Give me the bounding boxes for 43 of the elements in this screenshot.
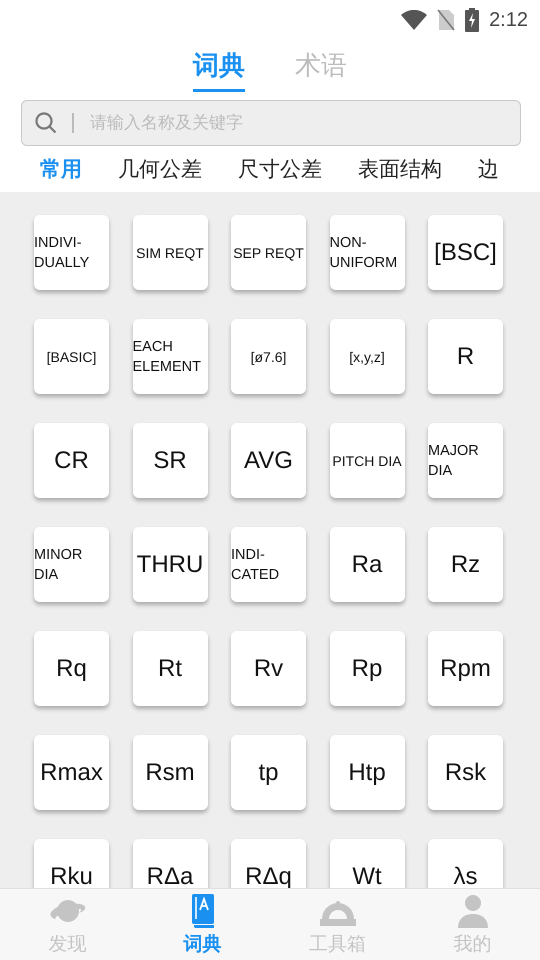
term-key[interactable]: [BSC] xyxy=(428,215,503,290)
term-key[interactable]: Rv xyxy=(231,631,306,706)
term-key[interactable]: INDI-CATED xyxy=(231,527,306,602)
term-key[interactable]: Rsk xyxy=(428,735,503,810)
term-key[interactable]: R xyxy=(428,319,503,394)
wifi-icon xyxy=(401,10,428,30)
term-key[interactable]: Rpm xyxy=(428,631,503,706)
term-key[interactable]: [ø7.6] xyxy=(231,319,306,394)
term-key[interactable]: Rq xyxy=(34,631,109,706)
term-key[interactable]: Rsm xyxy=(132,735,208,810)
term-key[interactable]: MAJOR DIA xyxy=(428,423,503,498)
term-key[interactable]: [BASIC] xyxy=(34,319,109,394)
term-key[interactable]: THRU xyxy=(132,527,208,602)
term-key[interactable]: tp xyxy=(231,735,306,810)
term-key[interactable]: Ra xyxy=(330,527,404,602)
term-key[interactable]: PITCH DIA xyxy=(330,423,404,498)
term-key[interactable]: SIM REQT xyxy=(132,215,208,290)
term-key[interactable]: Rku xyxy=(34,839,109,888)
term-key[interactable]: [x,y,z] xyxy=(330,319,404,394)
term-key[interactable]: Rmax xyxy=(34,735,109,810)
no-sim-icon xyxy=(437,9,456,31)
category-tab[interactable]: 尺寸公差 xyxy=(238,155,322,183)
term-key[interactable]: Wt xyxy=(330,839,404,888)
term-key[interactable]: CR xyxy=(34,423,109,498)
term-key[interactable]: Rt xyxy=(132,631,208,706)
term-key[interactable]: NON-UNIFORM xyxy=(330,215,404,290)
term-key[interactable]: λs xyxy=(428,839,503,888)
category-tab[interactable]: 表面结构 xyxy=(358,155,442,183)
term-key[interactable]: Rp xyxy=(330,631,404,706)
term-key[interactable]: SEP REQT xyxy=(231,215,306,290)
category-tab[interactable]: 边 xyxy=(478,155,499,183)
term-key[interactable]: SR xyxy=(132,423,208,498)
term-key[interactable]: INDIVI-DUALLY xyxy=(34,215,109,290)
status-time: 2:12 xyxy=(489,8,528,32)
term-key[interactable]: Htp xyxy=(330,735,404,810)
term-key[interactable]: EACH ELEMENT xyxy=(132,319,208,394)
term-key[interactable]: AVG xyxy=(231,423,306,498)
term-key[interactable]: MINOR DIA xyxy=(34,527,109,602)
term-key[interactable]: RΔa xyxy=(132,839,208,888)
term-key[interactable]: Rz xyxy=(428,527,503,602)
search-icon xyxy=(34,111,58,135)
battery-icon xyxy=(465,8,480,32)
category-tab[interactable]: 几何公差 xyxy=(118,155,202,183)
